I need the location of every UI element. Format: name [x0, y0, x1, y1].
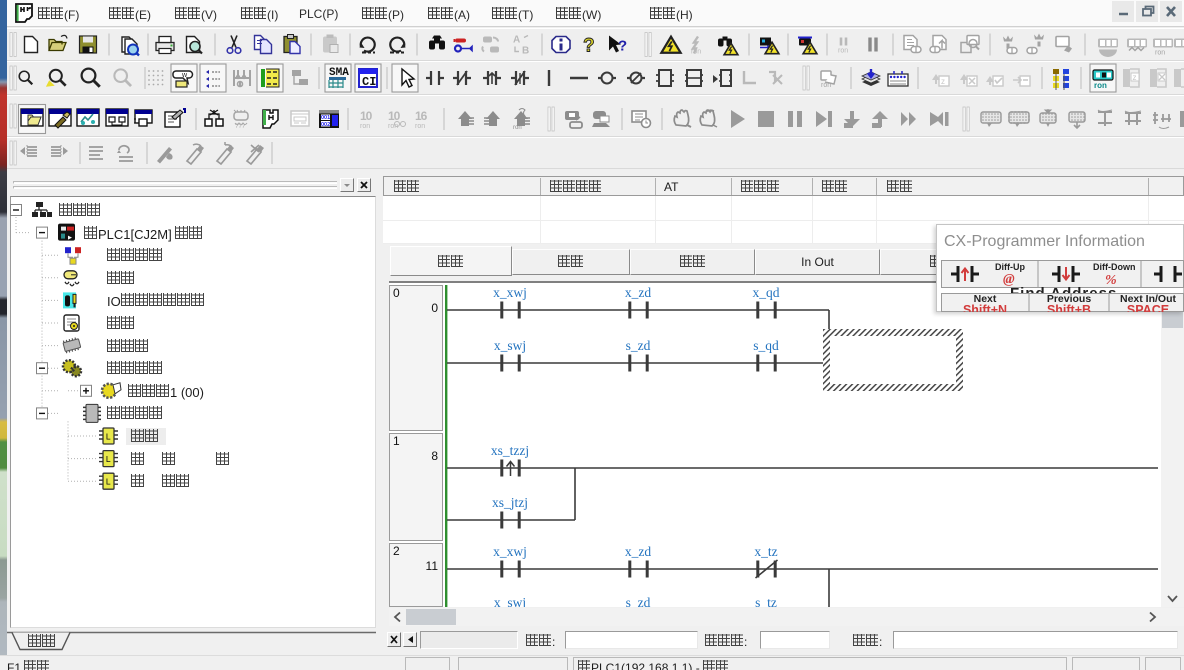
svg-text:x_tz: x_tz: [754, 544, 777, 559]
svg-text:w: w: [181, 72, 188, 79]
svg-text:x_swj: x_swj: [494, 338, 526, 353]
svg-text:x_qd: x_qd: [753, 285, 780, 300]
svg-text:Shift+B: Shift+B: [1047, 303, 1091, 312]
svg-text:L: L: [106, 433, 111, 443]
svg-text:Shift+N: Shift+N: [963, 303, 1007, 312]
svg-text:2: 2: [393, 544, 400, 558]
svg-text:002: 002: [321, 122, 330, 128]
svg-text:ron: ron: [691, 49, 701, 56]
svg-text:1: 1: [393, 434, 400, 448]
svg-text:s_qd: s_qd: [753, 338, 779, 353]
svg-text:ron: ron: [360, 123, 370, 130]
svg-text:Diff-Down: Diff-Down: [1093, 262, 1136, 272]
svg-text:A: A: [513, 35, 520, 46]
svg-text:s_zd: s_zd: [626, 595, 651, 607]
svg-text:?: ?: [618, 38, 627, 55]
svg-text:xs_tzzj: xs_tzzj: [491, 443, 529, 458]
svg-text:x_xwj: x_xwj: [493, 285, 527, 300]
svg-text:0: 0: [393, 286, 400, 300]
svg-text:z: z: [1133, 73, 1137, 82]
svg-text:x_zd: x_zd: [625, 285, 651, 300]
svg-text:xs_jtzj: xs_jtzj: [492, 495, 528, 510]
svg-text:ron: ron: [415, 123, 425, 130]
svg-text:SPACE: SPACE: [1127, 303, 1169, 312]
svg-text:Diff-Up: Diff-Up: [995, 262, 1025, 272]
svg-text:16: 16: [415, 109, 428, 123]
svg-text:ron: ron: [1094, 81, 1107, 90]
svg-text:ron: ron: [821, 82, 831, 89]
svg-text:x_swj: x_swj: [494, 595, 526, 607]
svg-text:s_tz: s_tz: [755, 595, 777, 607]
svg-text:ron: ron: [1155, 50, 1165, 57]
svg-text:z: z: [941, 77, 945, 86]
svg-text:???: ???: [235, 124, 246, 130]
svg-text:x_xwj: x_xwj: [493, 544, 527, 559]
svg-text:10: 10: [388, 109, 401, 123]
svg-text:CI: CI: [362, 75, 376, 89]
svg-text:001: 001: [321, 115, 330, 121]
svg-text:?: ?: [583, 36, 595, 57]
svg-text:L: L: [106, 455, 111, 465]
svg-text:B: B: [522, 46, 529, 57]
svg-text:11: 11: [426, 559, 439, 573]
svg-text:8: 8: [431, 449, 438, 463]
svg-text:x_zd: x_zd: [625, 544, 651, 559]
svg-text:ron: ron: [513, 125, 522, 131]
svg-text:s_zd: s_zd: [626, 338, 651, 353]
svg-text:ron: ron: [838, 48, 848, 55]
svg-text:10: 10: [360, 109, 373, 123]
svg-text:L: L: [106, 478, 111, 488]
svg-text:0: 0: [431, 301, 438, 315]
